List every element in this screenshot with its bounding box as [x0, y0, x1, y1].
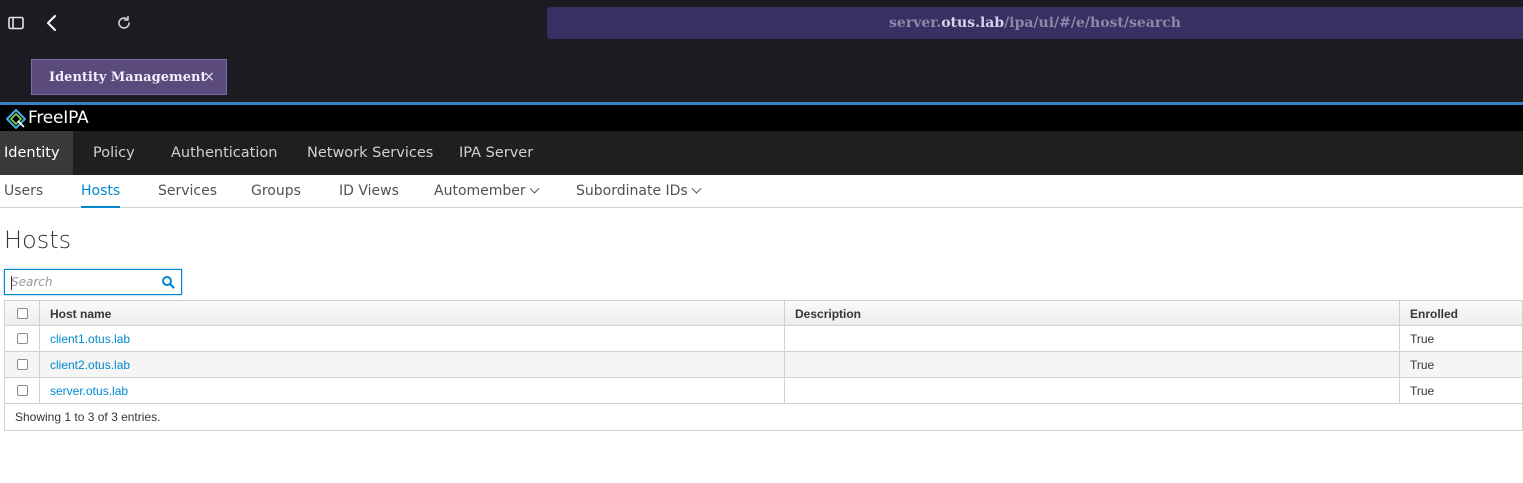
row-checkbox[interactable] — [16, 359, 28, 370]
host-name-link[interactable]: server.otus.lab — [39, 378, 784, 403]
browser-toolbar: server. otus.lab/ipa/ui/#/e/host/search — [0, 0, 1523, 46]
subnav-id-views[interactable]: ID Views — [339, 175, 399, 207]
url-path: /ipa/ui/#/e/host/search — [1004, 15, 1181, 31]
host-name-link[interactable]: client2.otus.lab — [39, 352, 784, 377]
table-footer: Showing 1 to 3 of 3 entries. — [4, 404, 1523, 431]
reload-icon[interactable] — [111, 10, 137, 36]
nav-identity[interactable]: Identity — [0, 131, 73, 175]
subnav-groups-label: Groups — [251, 183, 301, 199]
search-box — [4, 269, 182, 295]
host-description — [784, 378, 1399, 403]
page-title: Hosts — [4, 226, 72, 254]
table-header-row: Host name Description Enrolled — [4, 300, 1523, 326]
select-all-checkbox[interactable] — [16, 308, 28, 319]
chevron-down-icon — [691, 183, 702, 194]
entries-summary: Showing 1 to 3 of 3 entries. — [15, 410, 161, 424]
column-header-enrolled[interactable]: Enrolled — [1399, 301, 1523, 326]
tab-title: Identity Management — [49, 69, 207, 85]
column-header-description[interactable]: Description — [784, 301, 1399, 326]
subnav-services-label: Services — [158, 183, 218, 199]
table-row: client2.otus.lab True — [4, 352, 1523, 378]
row-checkbox-cell — [5, 378, 39, 403]
select-all-cell — [5, 301, 39, 326]
subnav-subordinate-ids[interactable]: Subordinate IDs — [576, 175, 702, 207]
sidebar-toggle-icon[interactable] — [3, 10, 29, 36]
search-icon[interactable] — [161, 275, 175, 289]
host-name-link[interactable]: client1.otus.lab — [39, 326, 784, 351]
text-cursor — [11, 276, 12, 290]
nav-authentication[interactable]: Authentication — [171, 131, 277, 175]
nav-policy[interactable]: Policy — [93, 131, 135, 175]
subnav-automember-label: Automember — [434, 183, 526, 199]
host-description — [784, 326, 1399, 351]
subnav-users[interactable]: Users — [4, 175, 43, 207]
browser-chrome: server. otus.lab/ipa/ui/#/e/host/search I… — [0, 0, 1523, 129]
subnav-id-views-label: ID Views — [339, 183, 399, 199]
brand-name: FreeIPA — [28, 108, 89, 128]
row-checkbox-cell — [5, 352, 39, 377]
chevron-down-icon — [529, 183, 540, 194]
subnav-automember[interactable]: Automember — [434, 175, 540, 207]
table-row: client1.otus.lab True — [4, 326, 1523, 352]
host-enrolled: True — [1399, 326, 1523, 351]
subnav-subordinate-ids-label: Subordinate IDs — [576, 183, 688, 199]
host-description — [784, 352, 1399, 377]
subnav-hosts[interactable]: Hosts — [81, 175, 121, 208]
row-checkbox-cell — [5, 326, 39, 351]
row-checkbox[interactable] — [16, 385, 28, 396]
back-icon[interactable] — [39, 10, 65, 36]
nav-network-services[interactable]: Network Services — [307, 131, 433, 175]
freeipa-logo-icon — [5, 108, 27, 130]
tab-strip — [0, 46, 1523, 129]
url-subdomain: server. — [889, 15, 942, 31]
url-bar[interactable]: server. otus.lab/ipa/ui/#/e/host/search — [547, 7, 1523, 39]
subnav-hosts-label: Hosts — [81, 182, 121, 199]
main-nav: Identity Policy Authentication Network S… — [0, 131, 1523, 175]
browser-tab[interactable]: Identity Management × — [31, 59, 227, 95]
row-checkbox[interactable] — [16, 333, 28, 344]
search-input[interactable] — [5, 270, 155, 294]
subnav-services[interactable]: Services — [158, 175, 217, 207]
url-domain: otus.lab — [941, 15, 1005, 31]
host-enrolled: True — [1399, 352, 1523, 377]
table-row: server.otus.lab True — [4, 378, 1523, 404]
tab-close-icon[interactable]: × — [201, 69, 217, 85]
host-enrolled: True — [1399, 378, 1523, 403]
column-header-host-name[interactable]: Host name — [39, 301, 784, 326]
subnav-groups[interactable]: Groups — [251, 175, 301, 207]
subnav-users-label: Users — [4, 183, 44, 199]
nav-ipa-server[interactable]: IPA Server — [459, 131, 533, 175]
brand-bar: FreeIPA — [0, 105, 1523, 131]
sub-nav: Users Hosts Services Groups ID Views Aut… — [0, 175, 1523, 208]
